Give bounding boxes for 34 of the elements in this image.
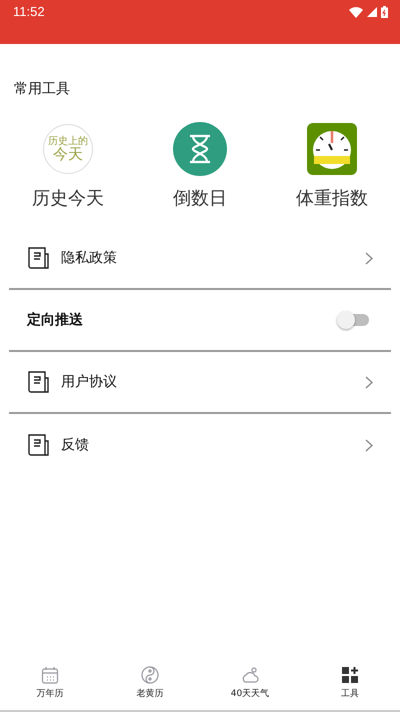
scale-gauge-icon[interactable] [307,123,357,175]
section-title: 常用工具 [14,80,71,98]
settings-row[interactable]: 用户协议 [9,352,391,414]
chevron-right-icon [365,252,373,264]
battery-icon [381,6,388,18]
hourglass-icon[interactable] [173,122,227,176]
yin-yang-icon [140,665,160,685]
calendar-icon [40,665,60,685]
nav-tab[interactable]: 工具 [300,662,400,710]
row-label: 反馈 [61,436,90,454]
document-icon [27,370,51,394]
settings-row[interactable]: 隐私政策 [9,228,391,290]
row-label: 定向推送 [27,311,84,329]
nav-tab[interactable]: 万年历 [0,662,100,710]
wifi-icon [349,6,363,18]
apps-grid-icon [340,665,360,685]
settings-row[interactable]: 反馈 [9,414,391,476]
tool-label[interactable]: 历史今天 [32,186,104,210]
signal-icon [367,7,377,17]
chevron-right-icon [365,376,373,388]
status-time: 11:52 [13,4,45,19]
logo-text: 今天 [53,147,83,162]
nav-tab[interactable]: 40天天气 [200,662,300,710]
toggle-switch[interactable] [339,314,369,326]
logo-caption: 历史上的 [48,136,88,147]
row-label: 用户协议 [61,373,118,391]
tool-label[interactable]: 倒数日 [173,186,227,210]
nav-tab[interactable]: 老黄历 [100,662,200,710]
cloud-sun-icon [240,665,260,685]
document-icon [27,246,51,270]
tool-label[interactable]: 体重指数 [296,186,368,210]
row-label: 隐私政策 [61,249,118,267]
chevron-right-icon [365,438,373,452]
document-icon [27,433,51,457]
